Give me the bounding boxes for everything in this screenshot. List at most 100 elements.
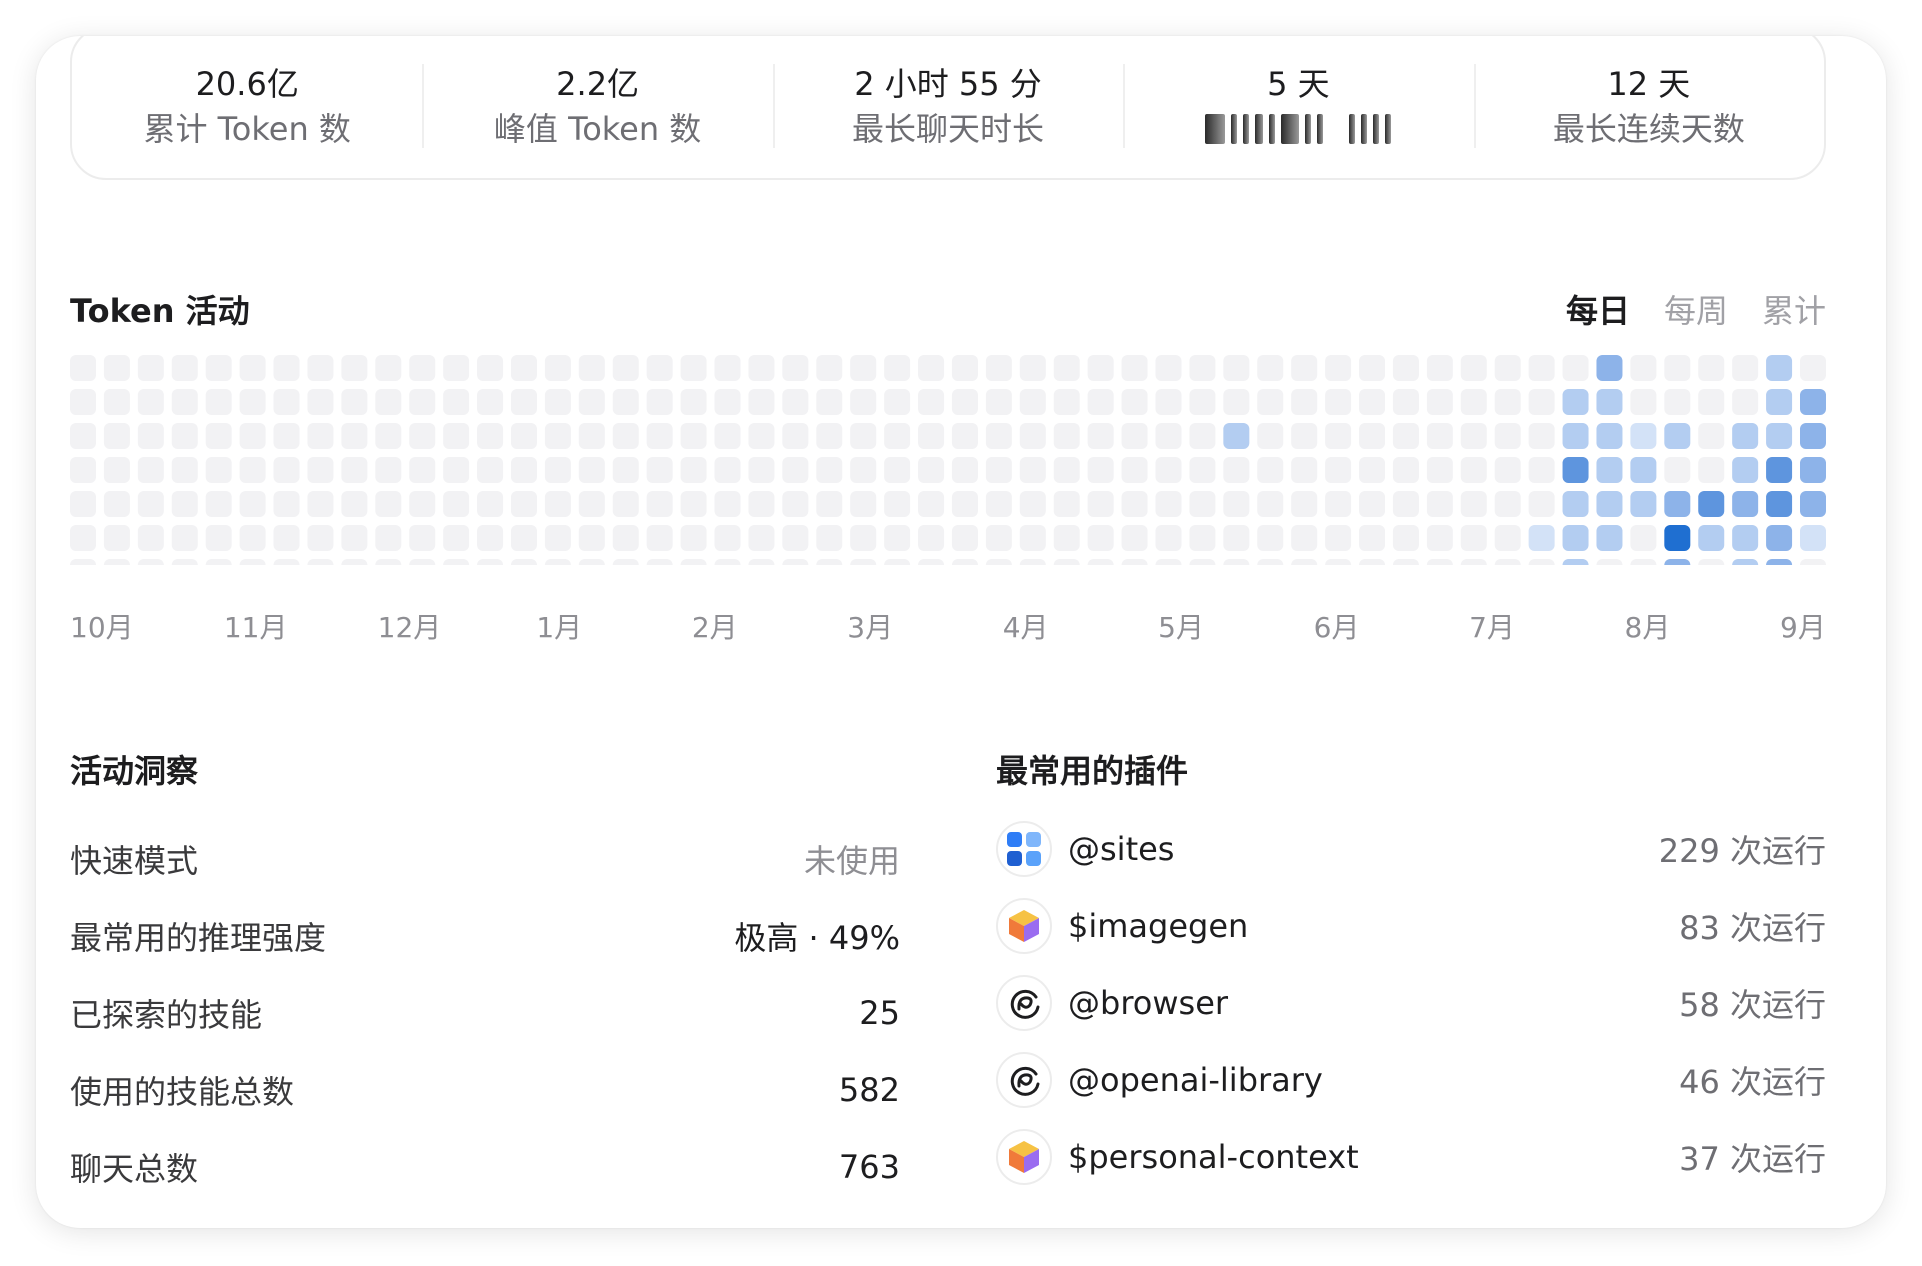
usage-card: 20.6亿 累计 Token 数 2.2亿 峰值 Token 数 2 小时 55… [36,36,1886,1228]
stat-redacted: 5 天 [1123,36,1473,178]
tab-cumulative[interactable]: 累计 [1762,286,1826,332]
heatmap-cell-active [1800,457,1826,483]
heatmap-cell [1359,423,1386,449]
heatmap-cell-active [1732,525,1759,551]
heatmap-cell [1087,355,1114,381]
plugin-row-imagegen[interactable]: $imagegen 83 次运行 [996,887,1826,964]
plugin-row-personal-context[interactable]: $personal-context 37 次运行 [996,1118,1826,1195]
heatmap-cell [612,355,639,381]
heatmap-cell [1291,525,1318,551]
heatmap-cell [1121,423,1148,449]
heatmap-cell [1291,423,1318,449]
heatmap-cell [1800,355,1826,381]
heatmap-cell [748,355,775,381]
heatmap-cell [1121,491,1148,517]
stat-value: 2.2亿 [556,65,640,103]
heatmap-cell-active [1766,559,1793,565]
heatmap-cell-active [1562,491,1589,517]
heatmap-cell-active [1596,389,1623,415]
heatmap-cell [171,423,198,449]
heatmap-cell [1359,525,1386,551]
heatmap-cell [612,559,639,565]
heatmap-cell [1698,457,1725,483]
heatmap-cell [70,355,96,381]
heatmap-cell [1664,457,1691,483]
heatmap-cell [1291,559,1318,565]
heatmap-cell [1223,559,1250,565]
heatmap-cell [1698,423,1725,449]
stat-label: 最长聊天时长 [852,110,1045,148]
month-label: 5月 [1158,611,1204,644]
heatmap-cell [816,525,843,551]
heatmap-cell-active [1562,389,1589,415]
heatmap-cell-active [1698,491,1725,517]
plugin-row-sites[interactable]: @sites 229 次运行 [996,810,1826,887]
heatmap-cell-active [1596,491,1623,517]
heatmap-cell [70,559,96,565]
imagegen-cube-icon [996,897,1052,954]
plugin-row-openai-library[interactable]: @openai-library 46 次运行 [996,1041,1826,1118]
heatmap-cell [985,423,1012,449]
heatmap-cell [1732,355,1759,381]
heatmap-cell [1189,355,1216,381]
heatmap-cell [680,525,707,551]
heatmap-cell [544,559,571,565]
tab-weekly[interactable]: 每周 [1664,286,1728,332]
heatmap-cell [1698,559,1725,565]
heatmap-cell-active [1630,423,1657,449]
tab-daily[interactable]: 每日 [1566,286,1630,332]
plugin-name: @openai-library [1068,1060,1323,1099]
heatmap-cell [137,355,164,381]
heatmap-cell [1053,559,1080,565]
heatmap-cell [1325,457,1352,483]
heatmap-cell [985,457,1012,483]
heatmap-cell [1392,491,1419,517]
heatmap-cell [1460,559,1487,565]
heatmap-cell [477,559,504,565]
plugin-row-browser[interactable]: @browser 58 次运行 [996,964,1826,1041]
heatmap-cell [103,491,130,517]
month-axis: 10月 11月 12月 1月 2月 3月 4月 5月 6月 7月 8月 9月 [70,606,1826,646]
heatmap-cell [544,355,571,381]
heatmap-cell [1257,355,1284,381]
heatmap-cell [951,389,978,415]
heatmap-cell [646,355,673,381]
insight-label: 已探索的技能 [70,995,263,1034]
heatmap-cell [341,355,368,381]
heatmap-cell [850,525,877,551]
stat-longest-chat: 2 小时 55 分 最长聊天时长 [772,36,1123,178]
heatmap-cell-active [1596,423,1623,449]
heatmap-cell [1392,423,1419,449]
heatmap-cell [477,457,504,483]
heatmap-cell [137,389,164,415]
heatmap-cell [1460,389,1487,415]
redacted-label [1205,106,1392,152]
heatmap-cell-active [1664,525,1691,551]
month-label: 11月 [223,611,288,644]
heatmap-cell [1392,457,1419,483]
heatmap-cell [409,491,436,517]
insight-reasoning: 最常用的推理强度 极高 · 49% [70,897,900,974]
heatmap-cell [748,457,775,483]
stat-peak-tokens: 2.2亿 峰值 Token 数 [422,36,772,178]
heatmap-cell [1325,559,1352,565]
heatmap-cell [985,559,1012,565]
heatmap-cell [1087,559,1114,565]
stat-label: 最长连续天数 [1552,110,1745,148]
heatmap-cell [171,355,198,381]
heatmap-cell [816,457,843,483]
heatmap-cell [612,525,639,551]
heatmap-cell [307,423,334,449]
insight-label: 聊天总数 [70,1149,199,1188]
heatmap-cell [1800,559,1826,565]
heatmap-cell [1630,389,1657,415]
heatmap-cell [1019,457,1046,483]
heatmap-cell [850,559,877,565]
heatmap-cell [1426,525,1453,551]
heatmap-cell [951,423,978,449]
plugins-title: 最常用的插件 [996,752,1189,790]
heatmap-cell [1732,389,1759,415]
heatmap-cell [782,559,809,565]
plugin-runs: 229 次运行 [1658,831,1826,870]
heatmap-cell [103,355,130,381]
